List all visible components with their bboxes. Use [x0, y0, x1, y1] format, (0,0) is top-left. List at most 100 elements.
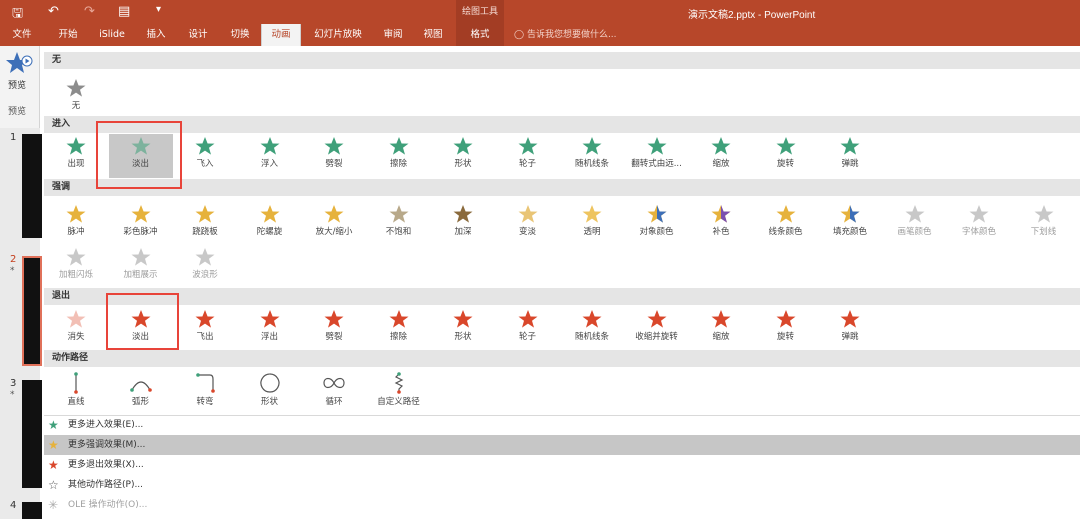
slide-thumbnail[interactable]: [22, 134, 42, 238]
emphasis-effect-icon: [195, 248, 215, 266]
exit-effect-icon: [195, 310, 215, 328]
motion-path[interactable]: 循环: [302, 370, 366, 414]
slide-number: 4: [10, 500, 17, 511]
tab-file[interactable]: 文件: [4, 24, 40, 46]
exit-effect[interactable]: 淡出: [109, 307, 173, 351]
entrance-effect[interactable]: 翻转式由远...: [625, 134, 689, 178]
emphasis-effect[interactable]: 放大/缩小: [302, 202, 366, 246]
effect-label: 对象颜色: [639, 227, 674, 237]
effect-label: 淡出: [131, 332, 149, 342]
emphasis-effect: 下划线: [1012, 202, 1076, 246]
more-emphasis-effects[interactable]: ★ 更多强调效果(M)...: [44, 435, 1080, 455]
exit-effect[interactable]: 消失: [44, 307, 108, 351]
tell-me-box[interactable]: ◯ 告诉我您想要做什么...: [514, 24, 617, 46]
preview-button[interactable]: [2, 50, 36, 102]
emphasis-effect[interactable]: 彩色脉冲: [109, 202, 173, 246]
exit-effect[interactable]: 弹跳: [818, 307, 882, 351]
more-entrance-effects[interactable]: ★ 更多进入效果(E)...: [44, 415, 1080, 435]
effect-label: 直线: [67, 397, 85, 407]
motion-path[interactable]: 形状: [238, 370, 302, 414]
emphasis-effect-icon: [260, 205, 279, 223]
effect-label: 弹跳: [841, 332, 859, 342]
emphasis-effect[interactable]: 填充颜色: [818, 202, 882, 246]
tell-me-text: 告诉我您想要做什么...: [526, 30, 617, 40]
entrance-effect[interactable]: 劈裂: [302, 134, 366, 178]
entrance-effect[interactable]: 擦除: [367, 134, 431, 178]
entrance-effect[interactable]: 旋转: [754, 134, 818, 178]
ole-action-verbs: ✳ OLE 操作动作(O)...: [44, 495, 1080, 515]
exit-effect-icon: [453, 310, 473, 328]
entrance-effect-icon: [389, 137, 408, 155]
slide-thumbnail[interactable]: [22, 502, 42, 519]
exit-effect[interactable]: 旋转: [754, 307, 818, 351]
motion-path[interactable]: 直线: [44, 370, 108, 414]
emphasis-effect[interactable]: 跷跷板: [173, 202, 237, 246]
effect-label: 劈裂: [325, 159, 343, 169]
tab-home[interactable]: 开始: [48, 24, 88, 46]
exit-effect[interactable]: 浮出: [238, 307, 302, 351]
exit-effect[interactable]: 轮子: [496, 307, 560, 351]
section-none: 无: [44, 52, 1080, 69]
emphasis-effect[interactable]: 透明: [560, 202, 624, 246]
effect-label: 形状: [454, 159, 472, 169]
exit-effect-icon: [389, 310, 408, 328]
exit-effect[interactable]: 缩放: [689, 307, 753, 351]
exit-effect[interactable]: 形状: [431, 307, 495, 351]
emphasis-effect[interactable]: 陀螺旋: [238, 202, 302, 246]
emphasis-effect[interactable]: 变淡: [496, 202, 560, 246]
tab-slideshow[interactable]: 幻灯片放映: [306, 24, 370, 46]
motion-path-icon: [74, 372, 78, 394]
exit-effect[interactable]: 随机线条: [560, 307, 624, 351]
motion-path[interactable]: 自定义路径: [367, 370, 431, 414]
motion-path[interactable]: 转弯: [173, 370, 237, 414]
entrance-effect[interactable]: 形状: [431, 134, 495, 178]
exit-effect[interactable]: 收缩并旋转: [625, 307, 689, 351]
entrance-effect[interactable]: 弹跳: [818, 134, 882, 178]
entrance-effect[interactable]: 轮子: [496, 134, 560, 178]
menu-label: OLE 操作动作(O)...: [68, 500, 148, 510]
slideshow-icon[interactable]: ▤: [118, 4, 130, 19]
exit-effect[interactable]: 劈裂: [302, 307, 366, 351]
emphasis-effect[interactable]: 线条颜色: [754, 202, 818, 246]
exit-effect[interactable]: 飞出: [173, 307, 237, 351]
emphasis-effect[interactable]: 补色: [689, 202, 753, 246]
exit-effect-icon: [776, 310, 795, 328]
animation-star-icon: *: [10, 266, 15, 276]
entrance-effect[interactable]: 浮入: [238, 134, 302, 178]
customize-toolbar-icon[interactable]: ▾: [156, 4, 161, 15]
slide-thumbnail-selected[interactable]: [22, 256, 42, 366]
tab-view[interactable]: 视图: [416, 24, 450, 46]
exit-effect[interactable]: 擦除: [367, 307, 431, 351]
emphasis-effect[interactable]: 加深: [431, 202, 495, 246]
redo-icon[interactable]: ↷: [84, 4, 95, 19]
save-icon[interactable]: 🖫: [12, 4, 23, 26]
emphasis-effect[interactable]: 脉冲: [44, 202, 108, 246]
tab-design[interactable]: 设计: [180, 24, 216, 46]
emphasis-effect-icon: [905, 205, 924, 223]
emphasis-effect-icon: [195, 205, 215, 223]
emphasis-effect[interactable]: 不饱和: [367, 202, 431, 246]
tab-islide[interactable]: iSlide: [92, 24, 132, 46]
effect-label: 擦除: [389, 332, 407, 342]
more-exit-effects[interactable]: ★ 更多退出效果(X)...: [44, 455, 1080, 475]
effect-none[interactable]: 无: [44, 76, 108, 120]
undo-icon[interactable]: ↶: [48, 4, 59, 19]
entrance-effect[interactable]: 缩放: [689, 134, 753, 178]
slide-thumbnail[interactable]: [22, 380, 42, 488]
entrance-effect[interactable]: 淡出: [108, 134, 173, 178]
entrance-effect[interactable]: 飞入: [173, 134, 237, 178]
effect-label: 填充颜色: [832, 227, 867, 237]
tab-review[interactable]: 审阅: [376, 24, 410, 46]
emphasis-effect-icon: [776, 205, 795, 223]
tab-insert[interactable]: 插入: [138, 24, 174, 46]
emphasis-effect[interactable]: 对象颜色: [625, 202, 689, 246]
exit-effect-icon: [324, 310, 344, 328]
tab-format[interactable]: 格式: [456, 24, 504, 46]
more-motion-paths[interactable]: ☆ 其他动作路径(P)...: [44, 475, 1080, 495]
entrance-effect[interactable]: 出现: [44, 134, 108, 178]
tab-transitions[interactable]: 切换: [222, 24, 258, 46]
tab-animations[interactable]: 动画: [261, 24, 301, 46]
entrance-effect[interactable]: 随机线条: [560, 134, 624, 178]
effect-label: 跷跷板: [192, 227, 218, 237]
motion-path[interactable]: 弧形: [109, 370, 173, 414]
